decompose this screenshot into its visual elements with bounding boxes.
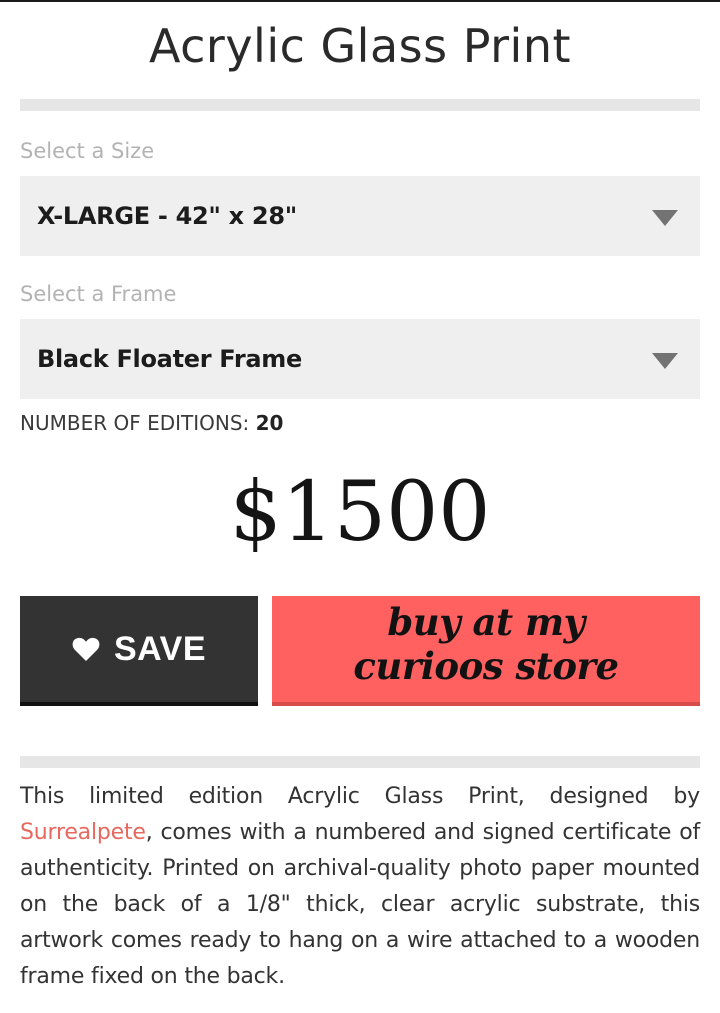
frame-select-value: Black Floater Frame: [37, 345, 302, 373]
price: $1500: [229, 465, 491, 560]
editions-count: 20: [255, 411, 284, 435]
buy-label-line-2: curioos store: [353, 644, 619, 688]
buy-label-line-1: buy at my: [387, 600, 585, 644]
frame-label: Select a Frame: [20, 282, 177, 306]
save-button[interactable]: SAVE: [20, 596, 258, 706]
chevron-down-icon: [652, 210, 678, 226]
description-text-end: , comes with a numbered and signed certi…: [20, 820, 700, 989]
top-border: [0, 0, 720, 2]
description-divider: [20, 756, 700, 768]
buy-label: buy at my curioos store: [272, 600, 700, 688]
save-button-content: SAVE: [20, 596, 258, 702]
buy-button[interactable]: buy at my curioos store: [272, 596, 700, 706]
frame-select[interactable]: Black Floater Frame: [20, 319, 700, 399]
editions-label: NUMBER OF EDITIONS:: [20, 411, 256, 435]
description-text-start: This limited edition Acrylic Glass Print…: [20, 784, 700, 809]
chevron-down-icon: [652, 353, 678, 369]
product-description: This limited edition Acrylic Glass Print…: [20, 779, 700, 995]
save-label: SAVE: [113, 629, 207, 668]
artist-link[interactable]: Surrealpete: [20, 820, 146, 845]
editions-info: NUMBER OF EDITIONS: 20: [20, 408, 283, 438]
title-divider: [20, 99, 700, 111]
product-title: Acrylic Glass Print: [148, 19, 572, 73]
heart-icon: [72, 637, 100, 661]
size-select-value: X-LARGE - 42" x 28": [37, 202, 297, 230]
size-select[interactable]: X-LARGE - 42" x 28": [20, 176, 700, 256]
size-label: Select a Size: [20, 139, 155, 163]
